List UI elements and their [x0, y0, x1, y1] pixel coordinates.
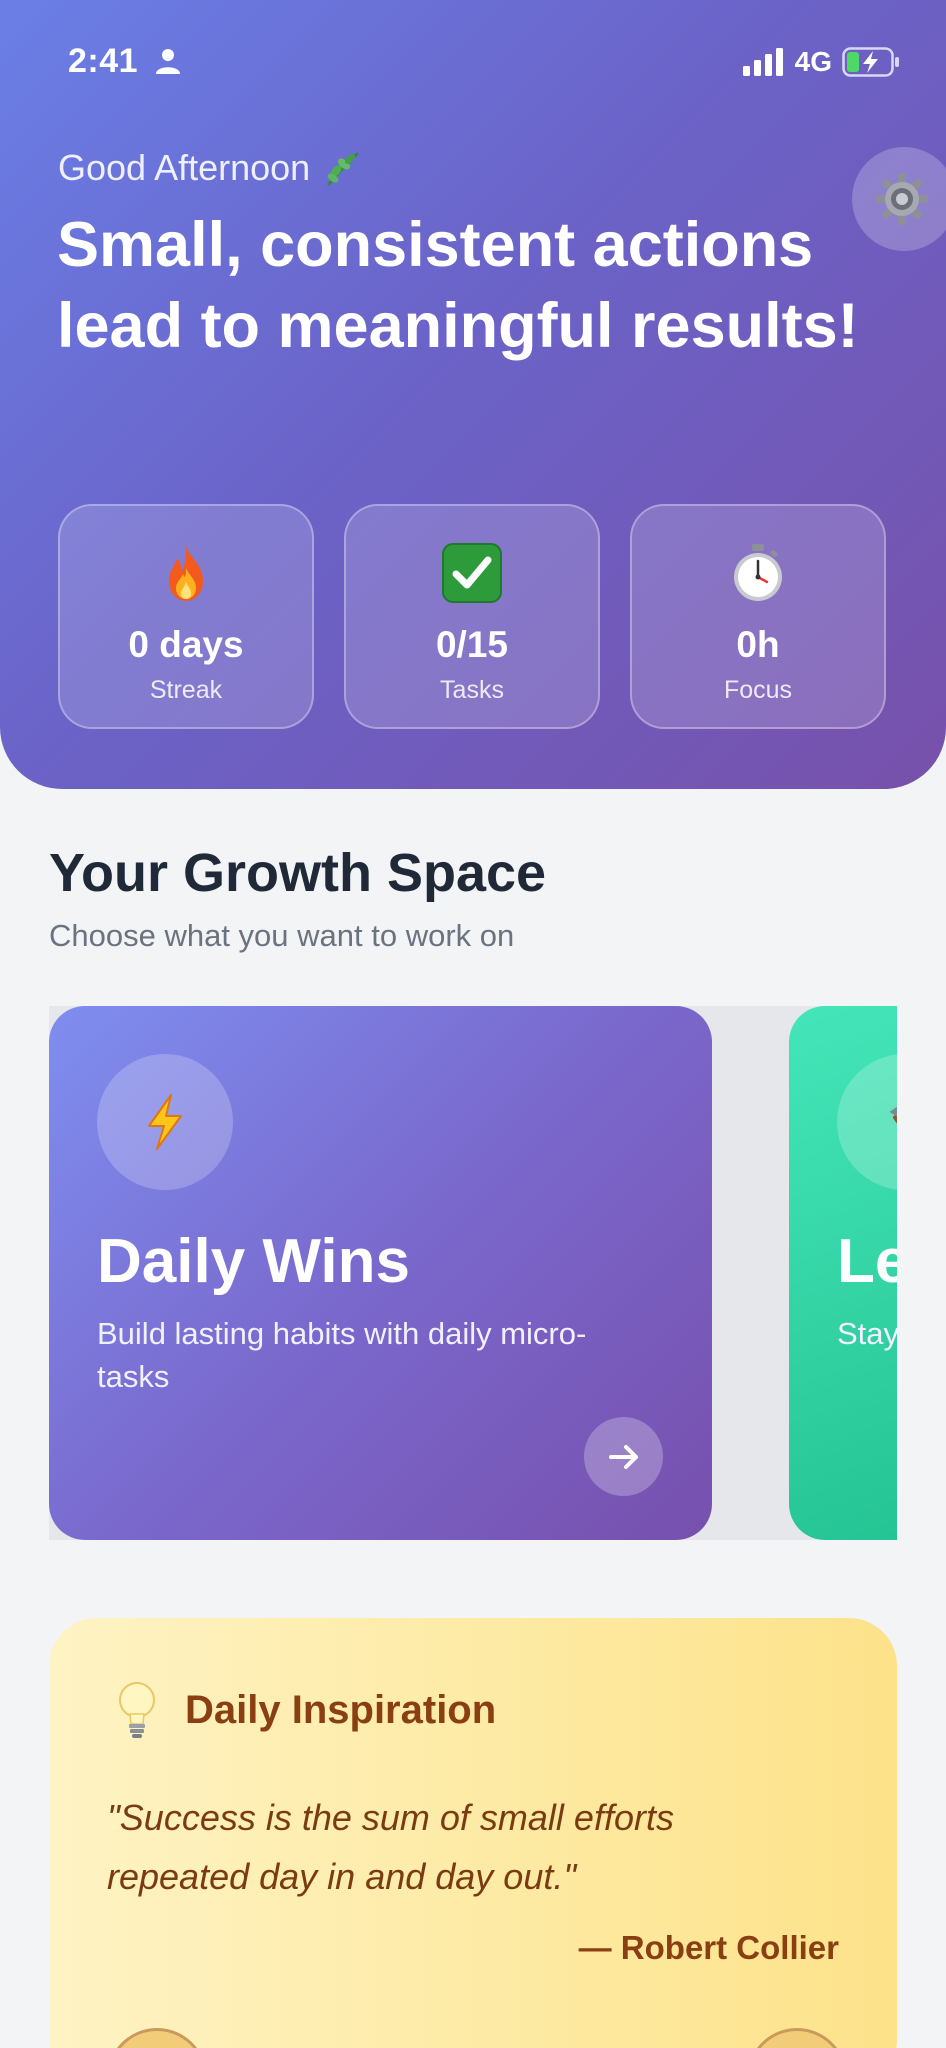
inspiration-author: — Robert Collier — [578, 1929, 839, 1966]
card-description: Stay long — [837, 1316, 897, 1351]
person-icon — [156, 49, 180, 74]
greeting: Good Afternoon — [58, 147, 364, 189]
inspiration-header: Daily Inspiration — [115, 1680, 496, 1740]
inspiration-title: Daily Inspiration — [185, 1687, 497, 1732]
stat-value-streak: 0 days — [128, 624, 244, 665]
growth-carousel[interactable]: Daily Wins Build lasting habits with dai… — [49, 1006, 897, 1540]
stat-label-tasks: Tasks — [440, 676, 504, 704]
arrow-right-icon — [608, 1444, 638, 1469]
section-title: Your Growth Space — [49, 843, 547, 903]
stat-card-streak: 0 days Streak — [58, 504, 314, 729]
section-subtitle: Choose what you want to work on — [49, 918, 515, 953]
status-indicators: 4G — [742, 46, 900, 78]
status-time: 2:41 — [68, 42, 139, 80]
lightning-icon — [148, 1094, 182, 1150]
stopwatch-icon — [734, 544, 782, 601]
card-title: Le — [837, 1227, 897, 1296]
lightbulb-icon — [119, 1682, 155, 1738]
stat-value-focus: 0h — [736, 624, 780, 665]
battery-charging-icon — [842, 47, 899, 77]
previous-quote-button[interactable] — [107, 2028, 207, 2048]
card-daily-wins[interactable]: Daily Wins Build lasting habits with dai… — [49, 1006, 712, 1540]
stat-card-focus: 0h Focus — [630, 504, 886, 729]
signal-icon — [742, 48, 783, 76]
card-description: Build lasting habits with daily micro-ta… — [97, 1316, 587, 1394]
stat-label-streak: Streak — [149, 676, 223, 704]
hero-header: 2:41 4G Good Afternoon Small, consistent… — [0, 0, 946, 789]
status-bar: 2:41 4G — [68, 42, 900, 82]
stat-value-tasks: 0/15 — [435, 624, 508, 665]
fire-icon — [169, 545, 203, 601]
stat-card-tasks: 0/15 Tasks — [344, 504, 600, 729]
herb-leaf-icon — [327, 152, 360, 186]
next-quote-button[interactable] — [747, 2028, 847, 2048]
check-icon — [442, 543, 502, 603]
card-arrow-button[interactable] — [584, 1417, 663, 1496]
settings-button[interactable] — [852, 147, 946, 251]
greeting-text: Good Afternoon — [58, 147, 311, 188]
inspiration-quote: "Success is the sum of small efforts rep… — [107, 1797, 674, 1897]
card-title: Daily Wins — [97, 1227, 410, 1296]
daily-inspiration-card: Daily Inspiration "Success is the sum of… — [49, 1618, 897, 2048]
card-learning[interactable]: Le Stay long — [789, 1006, 897, 1540]
hammer-icon — [889, 1096, 897, 1148]
stat-label-focus: Focus — [723, 676, 793, 704]
network-label: 4G — [794, 46, 832, 77]
card-icon-badge — [837, 1054, 897, 1190]
card-icon-badge — [97, 1054, 233, 1190]
motivation-headline: Small, consistent actions lead to meanin… — [57, 210, 859, 361]
stats-row: 0 days Streak 0/15 Tasks 0h Focus — [58, 504, 886, 729]
gear-icon — [876, 173, 928, 225]
